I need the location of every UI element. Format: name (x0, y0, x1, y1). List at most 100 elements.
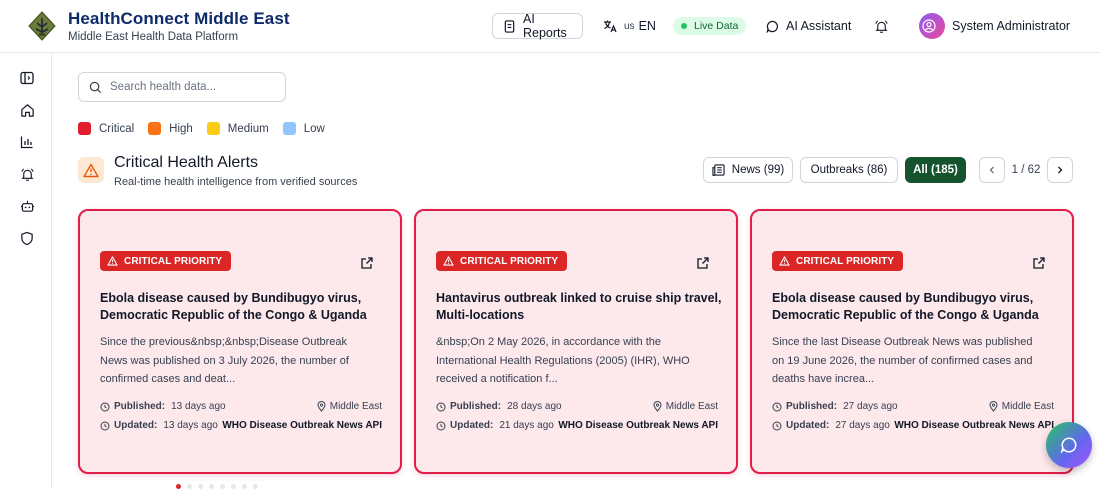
external-link-icon[interactable] (696, 256, 710, 270)
critical-priority-badge: CRITICAL PRIORITY (436, 251, 568, 271)
carousel-dot[interactable] (198, 484, 203, 489)
notifications-button[interactable] (874, 13, 896, 39)
filter-outbreaks-label: Outbreaks (86) (810, 164, 888, 176)
map-pin-icon (989, 401, 998, 412)
card-meta-updated: Updated: 27 days ago WHO Disease Outbrea… (772, 420, 1054, 431)
published-value: 13 days ago (171, 401, 226, 412)
badge-label: CRITICAL PRIORITY (124, 255, 223, 267)
app-title: HealthConnect Middle East (68, 9, 290, 28)
published-label: Published: (450, 401, 502, 412)
live-dot-icon (681, 23, 687, 29)
card-title: Ebola disease caused by Bundibugyo virus… (100, 291, 367, 322)
updated-value: 21 days ago (499, 420, 554, 431)
filter-all-button[interactable]: All (185) (905, 157, 966, 183)
badge-label: CRITICAL PRIORITY (460, 255, 559, 267)
legend-item-critical: Critical (78, 122, 134, 135)
warning-triangle-icon (443, 256, 454, 266)
source-value: WHO Disease Outbreak News API (894, 420, 1054, 431)
pager-next-button[interactable] (1047, 157, 1073, 183)
translate-icon (604, 20, 617, 33)
carousel-dots (176, 484, 264, 489)
pager-prev-button[interactable] (979, 157, 1005, 183)
badge-label: CRITICAL PRIORITY (796, 255, 895, 267)
filter-news-label: News (99) (731, 164, 785, 176)
map-pin-icon (317, 401, 326, 412)
ai-assistant-label: AI Assistant (786, 19, 852, 33)
location-value: Middle East (1001, 401, 1054, 412)
updated-value: 13 days ago (163, 420, 218, 431)
bell-icon (20, 167, 34, 181)
sidebar-item-home[interactable] (18, 101, 36, 119)
carousel-dot[interactable] (220, 484, 225, 489)
bell-ring-icon (875, 19, 888, 33)
language-flag: us (624, 20, 635, 32)
severity-legend: Critical High Medium Low (78, 122, 339, 135)
published-label: Published: (114, 401, 166, 412)
language-code: EN (638, 19, 656, 33)
ai-assistant-button[interactable]: AI Assistant (766, 13, 851, 39)
avatar (919, 13, 945, 39)
home-icon (20, 103, 34, 117)
warning-triangle-icon (779, 256, 790, 266)
warning-triangle-icon (107, 256, 118, 266)
user-name: System Administrator (952, 19, 1071, 33)
user-menu[interactable]: System Administrator (919, 13, 1070, 39)
published-value: 28 days ago (507, 401, 562, 412)
legend-swatch (148, 122, 162, 135)
legend-swatch (78, 122, 91, 135)
carousel-dot[interactable] (242, 484, 247, 489)
card-meta-published: Published: 28 days ago Middle East (436, 401, 718, 412)
sidebar-item-analytics[interactable] (18, 133, 36, 151)
alert-card[interactable]: CRITICAL PRIORITY Ebola disease caused b… (78, 209, 402, 474)
source-value: WHO Disease Outbreak News API (558, 420, 718, 431)
sidebar-item-security[interactable] (18, 229, 36, 247)
app-header: HealthConnect Middle East Middle East He… (0, 0, 1100, 53)
app-subtitle: Middle East Health Data Platform (68, 31, 239, 43)
carousel-dot[interactable] (209, 484, 214, 489)
warning-triangle-icon (83, 163, 99, 177)
bar-chart-icon (20, 136, 33, 149)
chevron-left-icon (989, 166, 994, 174)
section-title: Critical Health Alerts (114, 154, 259, 171)
ai-reports-button[interactable]: AI Reports (492, 12, 583, 40)
external-link-icon[interactable] (360, 256, 374, 270)
search-icon (89, 81, 102, 93)
filter-outbreaks-button[interactable]: Outbreaks (86) (800, 157, 898, 183)
carousel-dot[interactable] (176, 484, 181, 489)
carousel-dot[interactable] (231, 484, 236, 489)
card-description: &nbsp;On 2 May 2026, in accordance with … (436, 336, 690, 385)
ai-reports-label: AI Reports (522, 12, 567, 40)
alert-card[interactable]: CRITICAL PRIORITY Hantavirus outbreak li… (414, 209, 738, 474)
carousel-dot[interactable] (187, 484, 192, 489)
legend-swatch (206, 122, 220, 135)
card-description: Since the last Disease Outbreak News was… (772, 336, 1033, 385)
source-value: WHO Disease Outbreak News API (222, 420, 382, 431)
alert-card[interactable]: CRITICAL PRIORITY Ebola disease caused b… (750, 209, 1074, 474)
card-meta-published: Published: 27 days ago Middle East (772, 401, 1054, 412)
map-pin-icon (653, 401, 662, 412)
filter-news-button[interactable]: News (99) (703, 157, 793, 183)
legend-swatch (282, 122, 296, 135)
sidebar-item-alerts[interactable] (18, 165, 36, 183)
search-box (78, 72, 286, 102)
critical-priority-badge: CRITICAL PRIORITY (772, 251, 904, 271)
card-title: Hantavirus outbreak linked to cruise shi… (436, 291, 722, 322)
card-title: Ebola disease caused by Bundibugyo virus… (772, 291, 1039, 322)
language-switcher[interactable]: us EN (603, 13, 656, 39)
published-label: Published: (786, 401, 838, 412)
chat-fab-button[interactable] (1046, 422, 1092, 468)
newspaper-icon (712, 164, 725, 176)
shield-icon (21, 231, 33, 245)
sidebar-item-ai-bot[interactable] (18, 197, 36, 215)
search-input[interactable] (110, 81, 280, 93)
carousel-dot[interactable] (253, 484, 258, 489)
alert-section-icon-box (78, 157, 104, 183)
sidebar-toggle-button[interactable] (18, 69, 36, 87)
legend-label: Critical (99, 122, 135, 135)
panel-toggle-icon (20, 71, 34, 85)
external-link-icon[interactable] (1032, 256, 1046, 270)
card-description: Since the previous&nbsp;&nbsp;Disease Ou… (100, 336, 349, 385)
card-meta-updated: Updated: 21 days ago WHO Disease Outbrea… (436, 420, 718, 431)
chat-bubble-icon (766, 20, 778, 33)
clock-icon (436, 402, 446, 411)
